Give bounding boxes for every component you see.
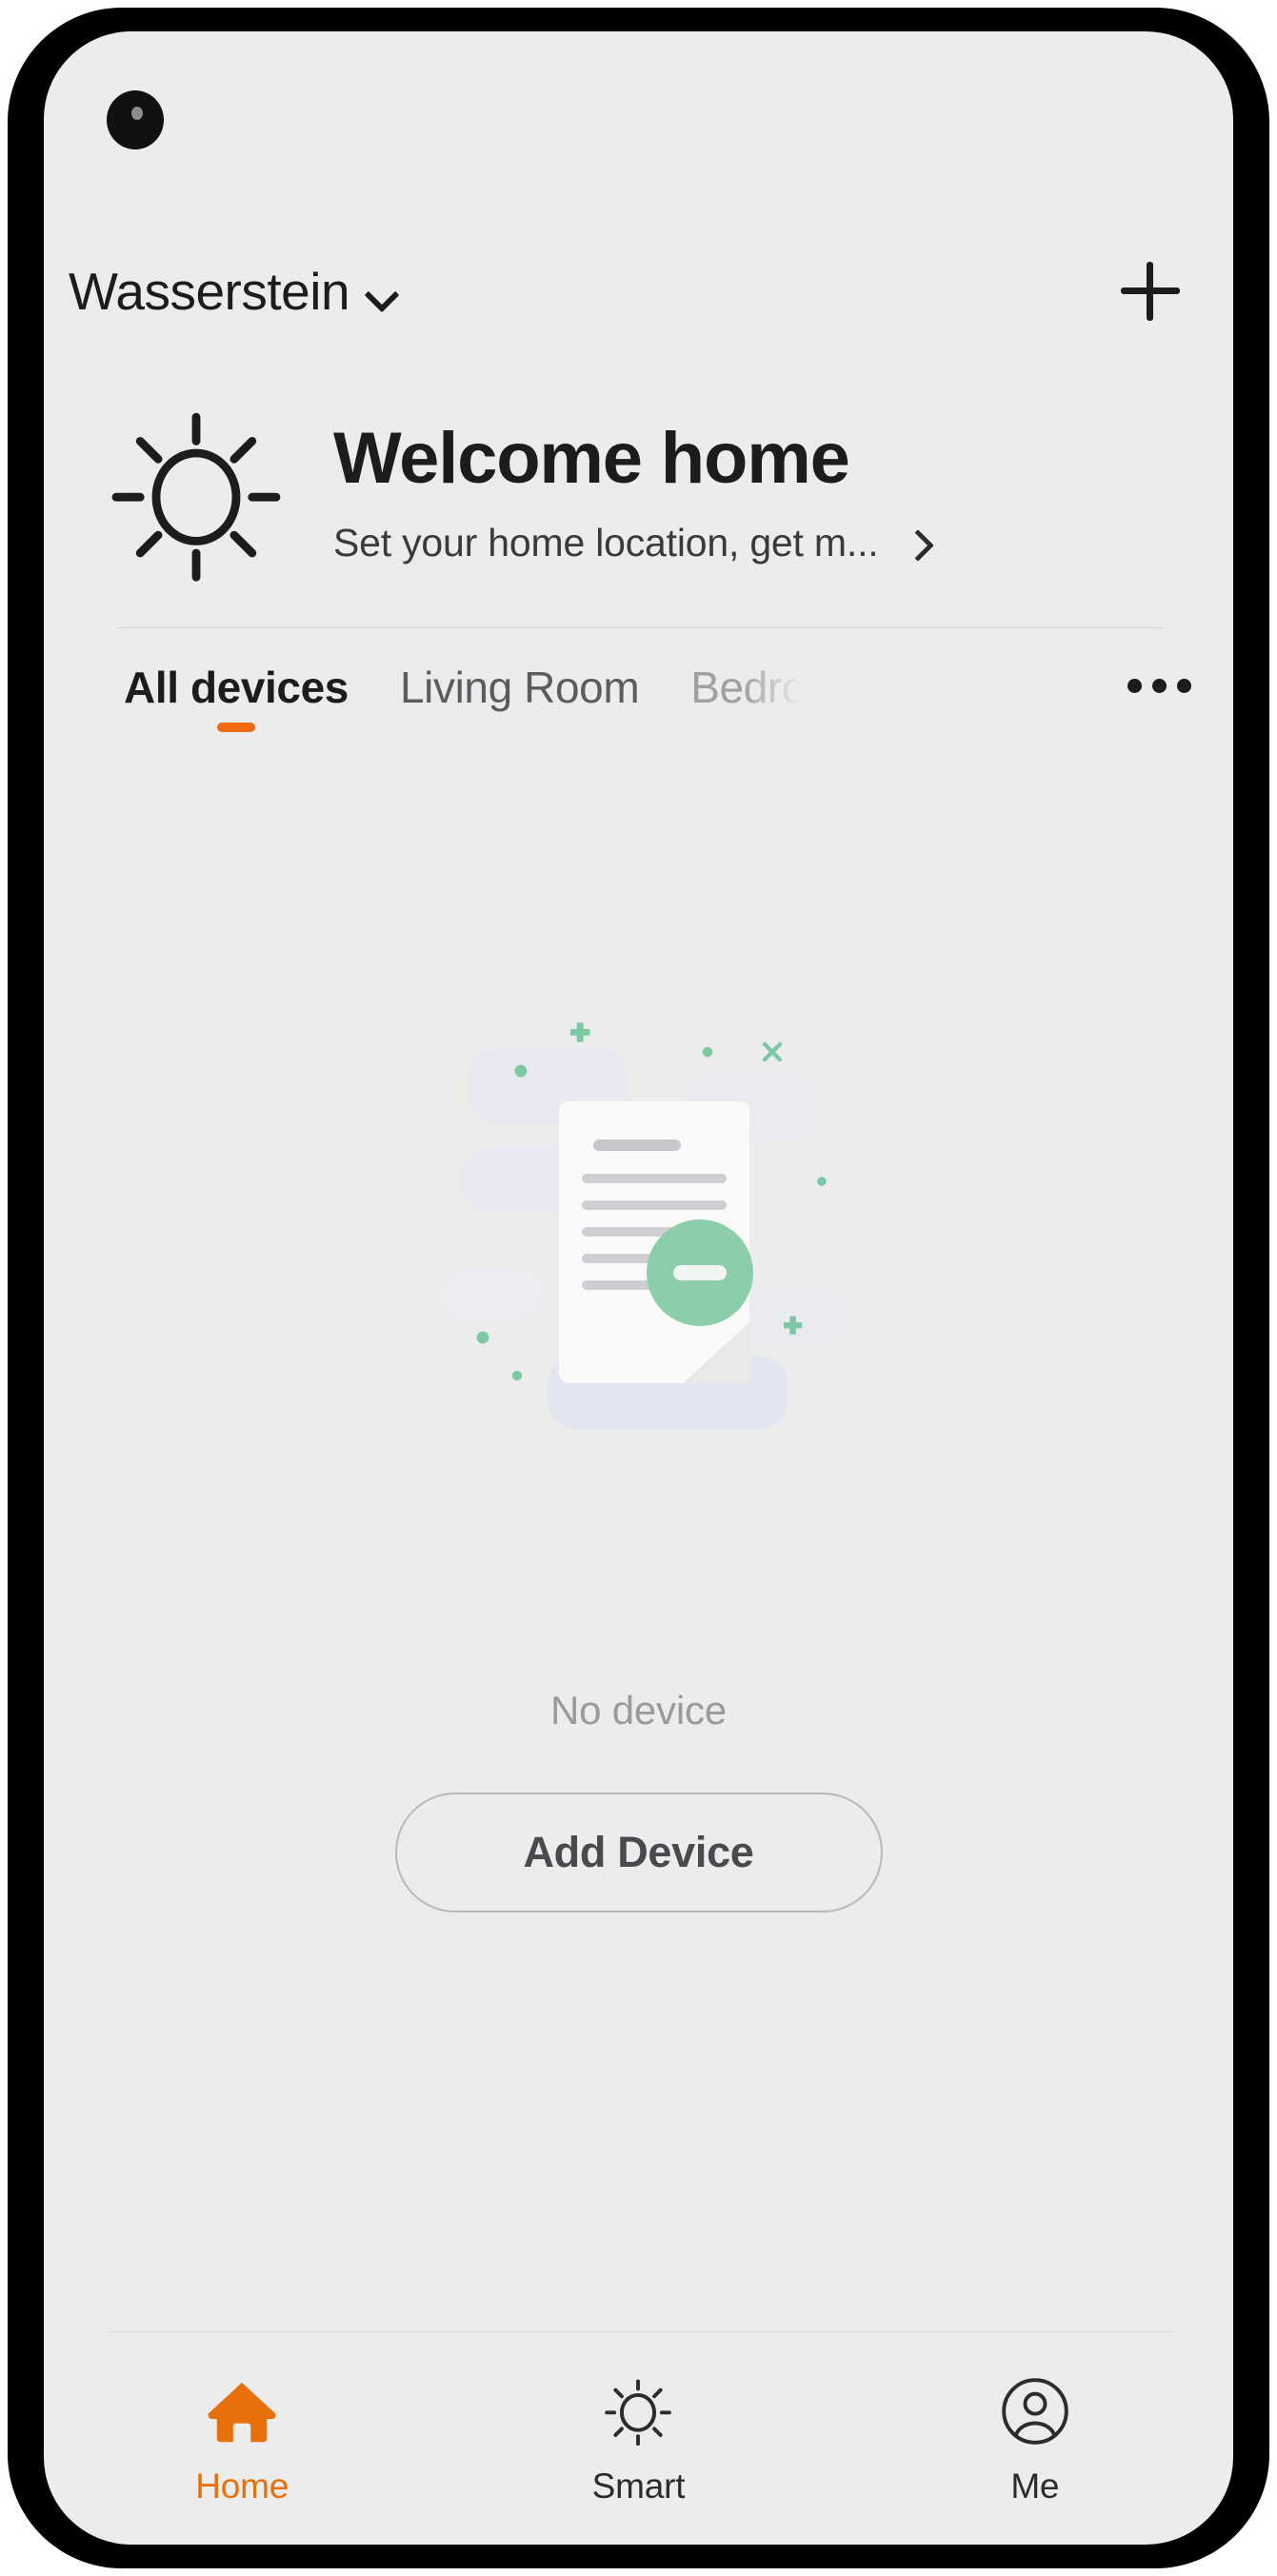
chevron-right-icon: [905, 531, 929, 556]
add-device-button[interactable]: Add Device: [394, 1793, 883, 1912]
room-tabs: All devices Living Room Bedroom: [44, 660, 1233, 764]
tab-all-devices-label: All devices: [124, 663, 349, 712]
sun-icon: [605, 2379, 672, 2447]
empty-state: No device Add Device: [44, 869, 1233, 2221]
tab-living-room-label: Living Room: [399, 663, 640, 712]
ellipsis-dot: [1177, 679, 1191, 693]
tab-living-room[interactable]: Living Room: [399, 660, 640, 713]
welcome-text-block: Welcome home Set your home location, get…: [310, 417, 1199, 566]
camera-lens-dot: [131, 107, 143, 120]
front-camera-punch-hole: [107, 90, 164, 149]
phone-screen: Wasserstein Welcome home Set your home l…: [44, 31, 1233, 2545]
bottom-nav-divider: [109, 2331, 1175, 2332]
chevron-down-icon: [367, 283, 395, 300]
home-icon: [208, 2382, 276, 2443]
header-divider: [118, 627, 1164, 628]
tab-active-indicator: [216, 723, 255, 732]
ellipsis-horizontal-icon[interactable]: [1127, 660, 1191, 693]
add-device-button-label: Add Device: [523, 1828, 754, 1876]
person-circle-icon: [1002, 2378, 1068, 2445]
home-name-label: Wasserstein: [69, 261, 350, 321]
welcome-subtitle: Set your home location, get m...: [333, 521, 879, 565]
nav-item-home-label: Home: [195, 2467, 289, 2506]
sun-icon: [82, 393, 310, 593]
nav-item-me[interactable]: Me: [837, 2371, 1233, 2507]
set-location-row[interactable]: Set your home location, get m...: [333, 521, 1199, 565]
page-title: Welcome home: [333, 417, 850, 499]
tab-all-devices[interactable]: All devices: [124, 660, 349, 732]
nav-item-me-label: Me: [1010, 2467, 1060, 2506]
screenshot-root: Wasserstein Welcome home Set your home l…: [0, 0, 1277, 2576]
nav-item-smart-label: Smart: [591, 2467, 686, 2506]
plus-icon[interactable]: [1121, 262, 1180, 321]
tab-bedroom-label: Bedroom: [690, 663, 816, 712]
ellipsis-dot: [1127, 679, 1142, 693]
app-top-bar: Wasserstein: [44, 246, 1233, 337]
empty-state-message: No device: [550, 1688, 727, 1733]
nav-item-home[interactable]: Home: [44, 2371, 440, 2507]
bottom-navigation: Home Smart Me: [44, 2333, 1233, 2545]
welcome-banner[interactable]: Welcome home Set your home location, get…: [44, 393, 1233, 593]
no-data-document-illustration: [277, 983, 1001, 1516]
tab-bedroom[interactable]: Bedroom: [690, 660, 816, 713]
nav-item-smart[interactable]: Smart: [440, 2371, 836, 2507]
ellipsis-dot: [1152, 679, 1167, 693]
home-selector[interactable]: Wasserstein: [69, 261, 395, 321]
